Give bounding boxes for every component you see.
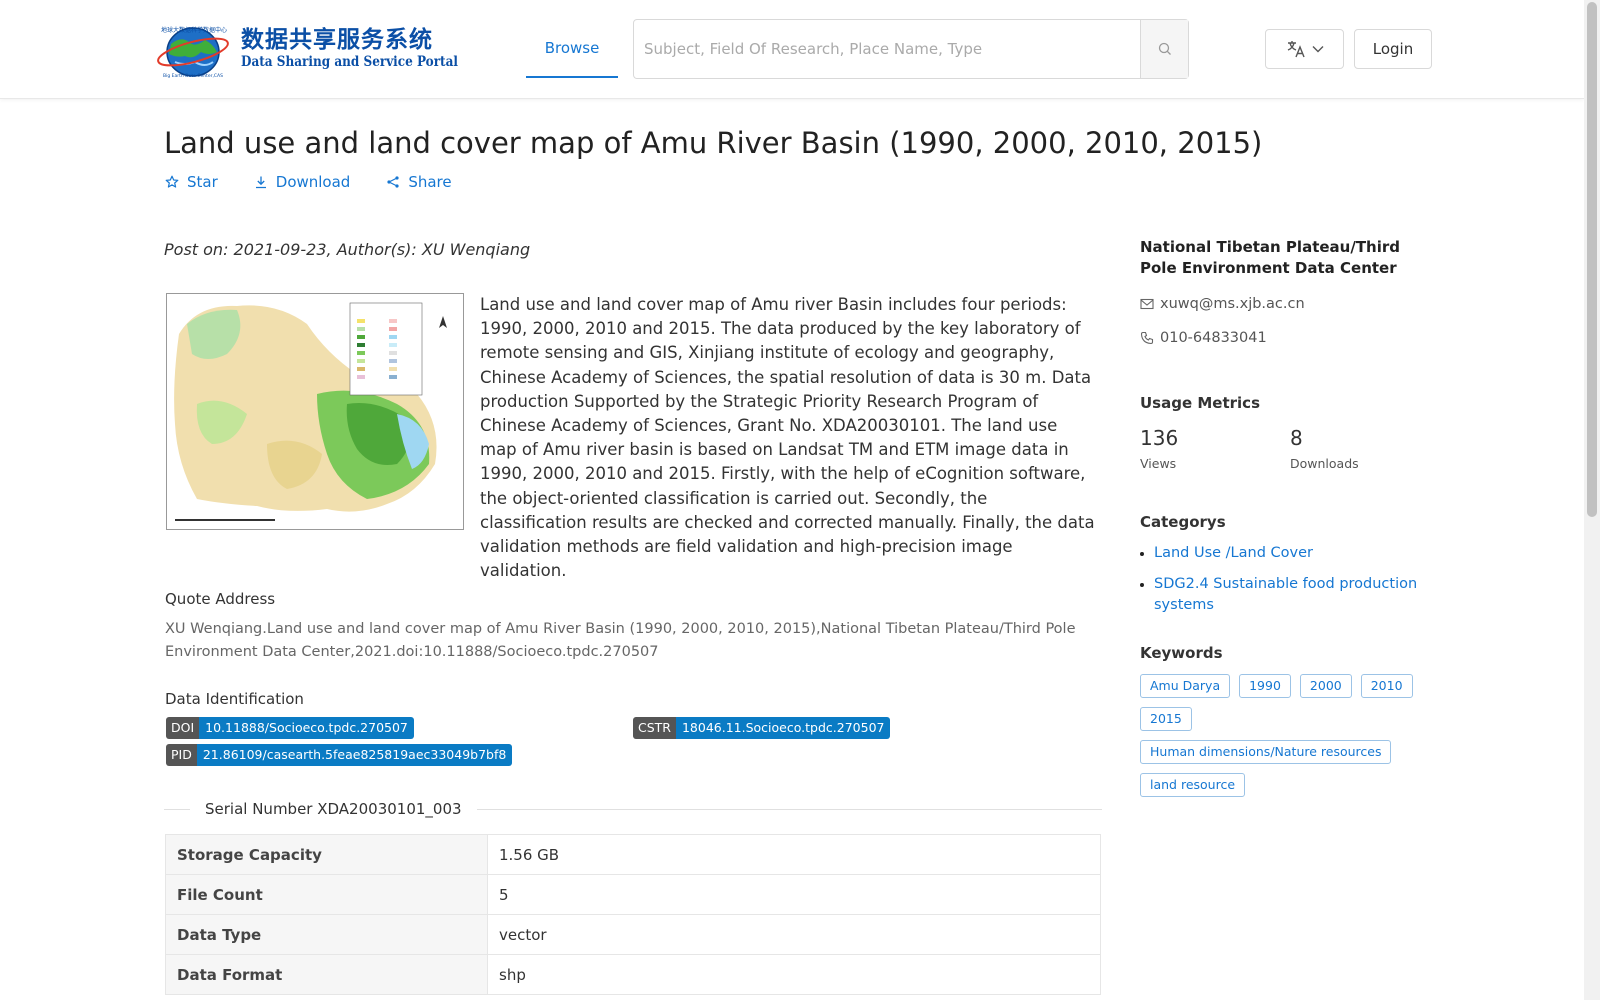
table-key: Data Type (165, 914, 488, 955)
cstr-value: 18046.11.Socioeco.tpdc.270507 (675, 717, 891, 739)
language-dropdown[interactable] (1265, 29, 1344, 69)
table-value: 1.56 GB (487, 834, 1101, 875)
svg-text:地球大数据科学数据中心: 地球大数据科学数据中心 (161, 26, 227, 34)
dataset-thumbnail-map[interactable] (166, 293, 464, 530)
cstr-badge[interactable]: CSTR 18046.11.Socioeco.tpdc.270507 (633, 717, 891, 739)
scrollbar-thumb[interactable] (1587, 2, 1597, 517)
table-key: Data Format (165, 954, 488, 995)
keyword-tag[interactable]: 2000 (1299, 674, 1352, 698)
data-center-name: National Tibetan Plateau/Third Pole Envi… (1140, 238, 1401, 277)
table-key: Storage Capacity (165, 834, 488, 875)
contact-email[interactable]: xuwq@ms.xjb.ac.cn (1140, 296, 1440, 312)
dataset-sidebar: National Tibetan Plateau/Third Pole Envi… (1140, 237, 1440, 797)
keyword-tag[interactable]: land resource (1140, 773, 1246, 797)
cstr-key: CSTR (633, 717, 676, 739)
table-row: Data Format shp (165, 954, 1101, 995)
dataset-description: Land use and land cover map of Amu river… (480, 295, 1095, 581)
post-date-author: Post on: 2021-09-23, Author(s): XU Wenqi… (164, 240, 531, 259)
download-label: Download (275, 173, 351, 191)
doi-badge[interactable]: DOI 10.11888/Socioeco.tpdc.270507 (166, 717, 414, 739)
table-row: Data Type vector (165, 914, 1101, 955)
doi-value: 10.11888/Socioeco.tpdc.270507 (199, 717, 414, 739)
share-icon (387, 176, 399, 188)
keyword-tag[interactable]: 2010 (1360, 674, 1413, 698)
search-icon (1158, 42, 1171, 55)
land-cover-map-image (167, 294, 463, 529)
list-item: Land Use /Land Cover (1140, 543, 1440, 564)
data-identification-label: Data Identification (165, 690, 304, 708)
site-logo[interactable]: 地球大数据科学数据中心 Big Earth Data Center,CAS 数据… (155, 20, 458, 80)
table-value: 5 (487, 874, 1101, 915)
table-row: File Count 5 (165, 874, 1101, 915)
usage-metrics: 136 Views 8 Downloads (1140, 426, 1440, 471)
keyword-tags: Amu Darya 1990 2000 2010 2015 Human dime… (1140, 674, 1440, 797)
keyword-tag[interactable]: 1990 (1239, 674, 1291, 698)
doi-key: DOI (166, 717, 200, 739)
download-button[interactable]: Download (254, 173, 351, 191)
star-icon (165, 175, 179, 188)
downloads-metric: 8 Downloads (1290, 426, 1440, 471)
keywords-heading: Keywords (1140, 644, 1223, 662)
downloads-label: Downloads (1290, 456, 1359, 471)
table-key: File Count (165, 874, 488, 915)
translate-icon (1287, 41, 1305, 58)
pid-value: 21.86109/casearth.5feae825819aec33049b7b… (196, 744, 513, 766)
share-label: Share (408, 173, 452, 191)
category-link[interactable]: SDG2.4 Sustainable food production syste… (1154, 574, 1440, 616)
table-row: Storage Capacity 1.56 GB (165, 834, 1101, 875)
table-value: vector (487, 914, 1101, 955)
star-button[interactable]: Star (165, 173, 218, 191)
quote-address-text: XU Wenqiang.Land use and land cover map … (165, 621, 1076, 660)
views-label: Views (1140, 456, 1177, 471)
pid-key: PID (166, 744, 197, 766)
keyword-tag[interactable]: Human dimensions/Nature resources (1140, 740, 1392, 764)
downloads-count: 8 (1290, 426, 1303, 450)
mail-icon (1140, 298, 1154, 310)
login-button[interactable]: Login (1354, 29, 1432, 69)
views-metric: 136 Views (1140, 426, 1290, 471)
logo-chinese-title: 数据共享服务系统 (241, 27, 433, 53)
email-text: xuwq@ms.xjb.ac.cn (1160, 296, 1305, 312)
bullet (1140, 583, 1144, 587)
quote-address-label: Quote Address (165, 590, 276, 608)
globe-logo-icon: 地球大数据科学数据中心 Big Earth Data Center,CAS (157, 26, 229, 78)
dataset-info-table: Storage Capacity 1.56 GB File Count 5 Da… (165, 834, 1101, 995)
search-input[interactable] (634, 20, 1140, 78)
svg-text:Big Earth Data Center,CAS: Big Earth Data Center,CAS (163, 73, 223, 78)
serial-number: Serial Number XDA20030101_003 (190, 800, 477, 818)
table-value: shp (487, 954, 1101, 995)
download-icon (255, 176, 266, 189)
category-list: Land Use /Land Cover SDG2.4 Sustainable … (1140, 543, 1440, 616)
page-scrollbar[interactable] (1584, 0, 1600, 1000)
dataset-title: Land use and land cover map of Amu River… (164, 126, 1263, 160)
contact-phone: 010-64833041 (1140, 330, 1440, 346)
search-bar (633, 19, 1189, 79)
star-label: Star (187, 173, 218, 191)
phone-icon (1140, 331, 1154, 345)
dataset-actions: Star Download Share (165, 173, 452, 191)
chevron-down-icon (1312, 46, 1323, 53)
categories-heading: Categorys (1140, 513, 1226, 531)
list-item: SDG2.4 Sustainable food production syste… (1140, 574, 1440, 616)
share-button[interactable]: Share (386, 173, 452, 191)
search-button[interactable] (1140, 20, 1188, 78)
bullet (1140, 552, 1144, 556)
nav-browse-tab[interactable]: Browse (526, 0, 618, 78)
top-header: 地球大数据科学数据中心 Big Earth Data Center,CAS 数据… (0, 0, 1584, 99)
keyword-tag[interactable]: Amu Darya (1140, 674, 1231, 698)
category-link[interactable]: Land Use /Land Cover (1154, 543, 1313, 564)
pid-badge[interactable]: PID 21.86109/casearth.5feae825819aec3304… (166, 744, 513, 766)
phone-text: 010-64833041 (1160, 330, 1267, 346)
keyword-tag[interactable]: 2015 (1140, 707, 1192, 731)
usage-metrics-heading: Usage Metrics (1140, 394, 1260, 412)
logo-english-title: Data Sharing and Service Portal (241, 54, 458, 70)
views-count: 136 (1140, 426, 1179, 450)
